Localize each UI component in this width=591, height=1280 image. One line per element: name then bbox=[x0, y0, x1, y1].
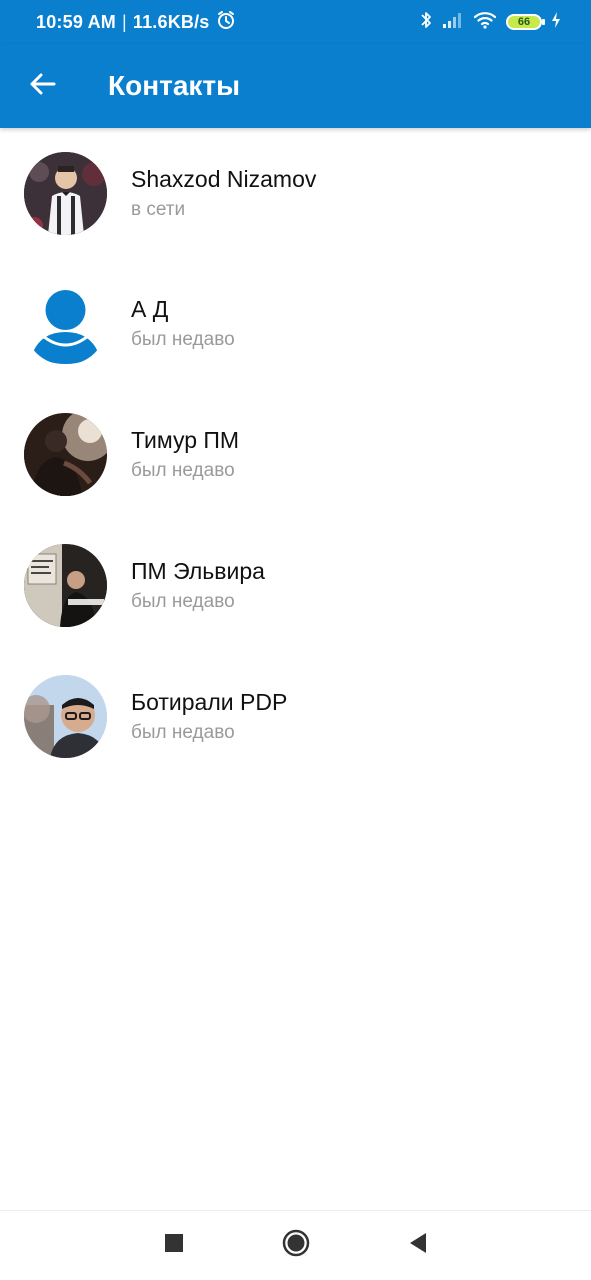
contacts-list: Shaxzod Nizamov в сети А Д был недаво Ти… bbox=[0, 128, 591, 782]
bluetooth-icon bbox=[419, 10, 433, 35]
avatar bbox=[24, 544, 107, 627]
contact-row[interactable]: Shaxzod Nizamov в сети bbox=[0, 128, 591, 258]
contact-status: был недаво bbox=[131, 460, 235, 481]
user-placeholder-icon bbox=[24, 290, 107, 365]
arrow-left-icon bbox=[28, 72, 56, 101]
contact-status: был недаво bbox=[131, 722, 235, 743]
recents-button[interactable] bbox=[113, 1211, 235, 1280]
circle-icon bbox=[282, 1229, 310, 1262]
charging-icon bbox=[551, 11, 561, 34]
contact-text: Shaxzod Nizamov в сети bbox=[131, 166, 316, 221]
battery-level: 66 bbox=[517, 16, 531, 28]
avatar bbox=[24, 282, 107, 365]
alarm-icon bbox=[216, 10, 236, 35]
nav-back-button[interactable] bbox=[357, 1211, 479, 1280]
contact-name: Ботирали PDP bbox=[131, 689, 288, 715]
avatar bbox=[24, 413, 107, 496]
contact-status: был недаво bbox=[131, 591, 235, 612]
network-speed: 11.6KB/s bbox=[132, 11, 210, 32]
contact-text: А Д был недаво bbox=[131, 296, 235, 351]
status-time: 10:59 AM bbox=[36, 11, 116, 32]
contact-text: Тимур ПМ был недаво bbox=[131, 427, 239, 482]
contact-name: Тимур ПМ bbox=[131, 427, 240, 453]
battery-icon: 66 bbox=[506, 14, 545, 30]
contact-status: был недаво bbox=[131, 329, 235, 350]
wifi-icon bbox=[473, 11, 497, 34]
home-button[interactable] bbox=[235, 1211, 357, 1280]
status-right: 66 bbox=[419, 10, 561, 35]
contact-name: Shaxzod Nizamov bbox=[131, 165, 317, 192]
back-button[interactable] bbox=[0, 44, 84, 128]
contact-name: А Д bbox=[131, 296, 169, 322]
signal-icon bbox=[442, 12, 464, 33]
contact-row[interactable]: Ботирали PDP был недаво bbox=[0, 651, 591, 782]
page-title: Контакты bbox=[108, 70, 241, 101]
triangle-back-icon bbox=[408, 1232, 428, 1259]
status-left: 10:59 AM | 11.6KB/s bbox=[36, 10, 236, 35]
contact-row[interactable]: А Д был недаво bbox=[0, 258, 591, 389]
app-bar: Контакты bbox=[0, 44, 591, 128]
contact-text: Ботирали PDP был недаво bbox=[131, 689, 287, 744]
avatar bbox=[24, 675, 107, 758]
avatar bbox=[24, 151, 107, 235]
system-nav-bar bbox=[0, 1210, 591, 1280]
status-bar: 10:59 AM | 11.6KB/s 66 bbox=[0, 0, 591, 44]
contact-text: ПМ Эльвира был недаво bbox=[131, 558, 265, 613]
square-icon bbox=[164, 1233, 184, 1258]
contact-row[interactable]: Тимур ПМ был недаво bbox=[0, 389, 591, 520]
contact-row[interactable]: ПМ Эльвира был недаво bbox=[0, 520, 591, 651]
status-separator: | bbox=[121, 11, 127, 32]
contact-status: в сети bbox=[131, 198, 186, 220]
contact-name: ПМ Эльвира bbox=[131, 558, 265, 584]
